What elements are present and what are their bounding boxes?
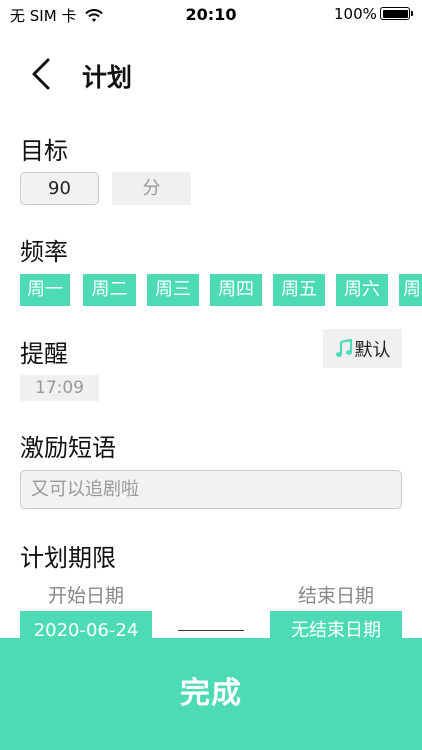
page-title: 计划	[82, 63, 133, 92]
start-date-caption: 开始日期	[47, 585, 124, 607]
day-toggle-sat[interactable]: 周六	[336, 274, 388, 306]
chevron-left-icon	[24, 58, 60, 98]
battery-percentage: 100%	[334, 5, 377, 23]
motivation-label: 激励短语	[20, 434, 116, 462]
day-toggle-sun[interactable]: 周日	[399, 274, 422, 306]
motivation-phrase-input[interactable]: 又可以追剧啦	[20, 470, 402, 509]
done-button[interactable]: 完成	[0, 638, 422, 750]
date-range-divider	[178, 630, 244, 631]
day-toggle-fri[interactable]: 周五	[273, 274, 325, 306]
battery-cap	[411, 11, 413, 16]
day-toggle-thu[interactable]: 周四	[210, 274, 262, 306]
day-toggle-tue[interactable]: 周二	[83, 274, 136, 306]
period-label: 计划期限	[20, 544, 116, 572]
reminder-sound-label: 默认	[354, 339, 391, 361]
goal-label: 目标	[20, 137, 68, 165]
end-date-caption: 结束日期	[297, 585, 374, 607]
day-toggle-mon[interactable]: 周一	[20, 274, 70, 306]
goal-value-input[interactable]: 90	[20, 172, 99, 205]
frequency-label: 频率	[20, 238, 68, 266]
music-note-icon	[335, 338, 353, 359]
back-button[interactable]	[24, 54, 60, 94]
battery-icon	[380, 7, 410, 20]
reminder-label: 提醒	[20, 340, 68, 368]
day-toggle-wed[interactable]: 周三	[147, 274, 199, 306]
goal-unit-selector[interactable]: 分	[112, 172, 191, 205]
reminder-time-field[interactable]: 17:09	[20, 375, 99, 401]
reminder-sound-button[interactable]: 默认	[323, 329, 402, 368]
